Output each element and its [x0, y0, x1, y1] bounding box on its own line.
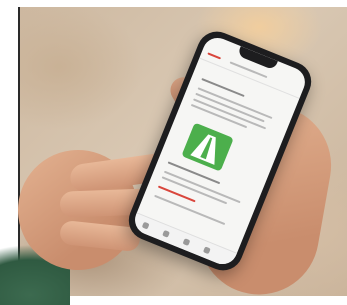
tab-icon[interactable]	[182, 238, 191, 246]
highway-card[interactable]	[181, 122, 234, 172]
screen-text-line	[193, 98, 267, 130]
screen-heading	[201, 77, 245, 98]
highway-icon	[190, 134, 216, 165]
tab-icon[interactable]	[202, 246, 211, 255]
screen-text-line	[195, 92, 265, 123]
tab-icon[interactable]	[141, 221, 150, 230]
tab-icon[interactable]	[162, 229, 170, 238]
